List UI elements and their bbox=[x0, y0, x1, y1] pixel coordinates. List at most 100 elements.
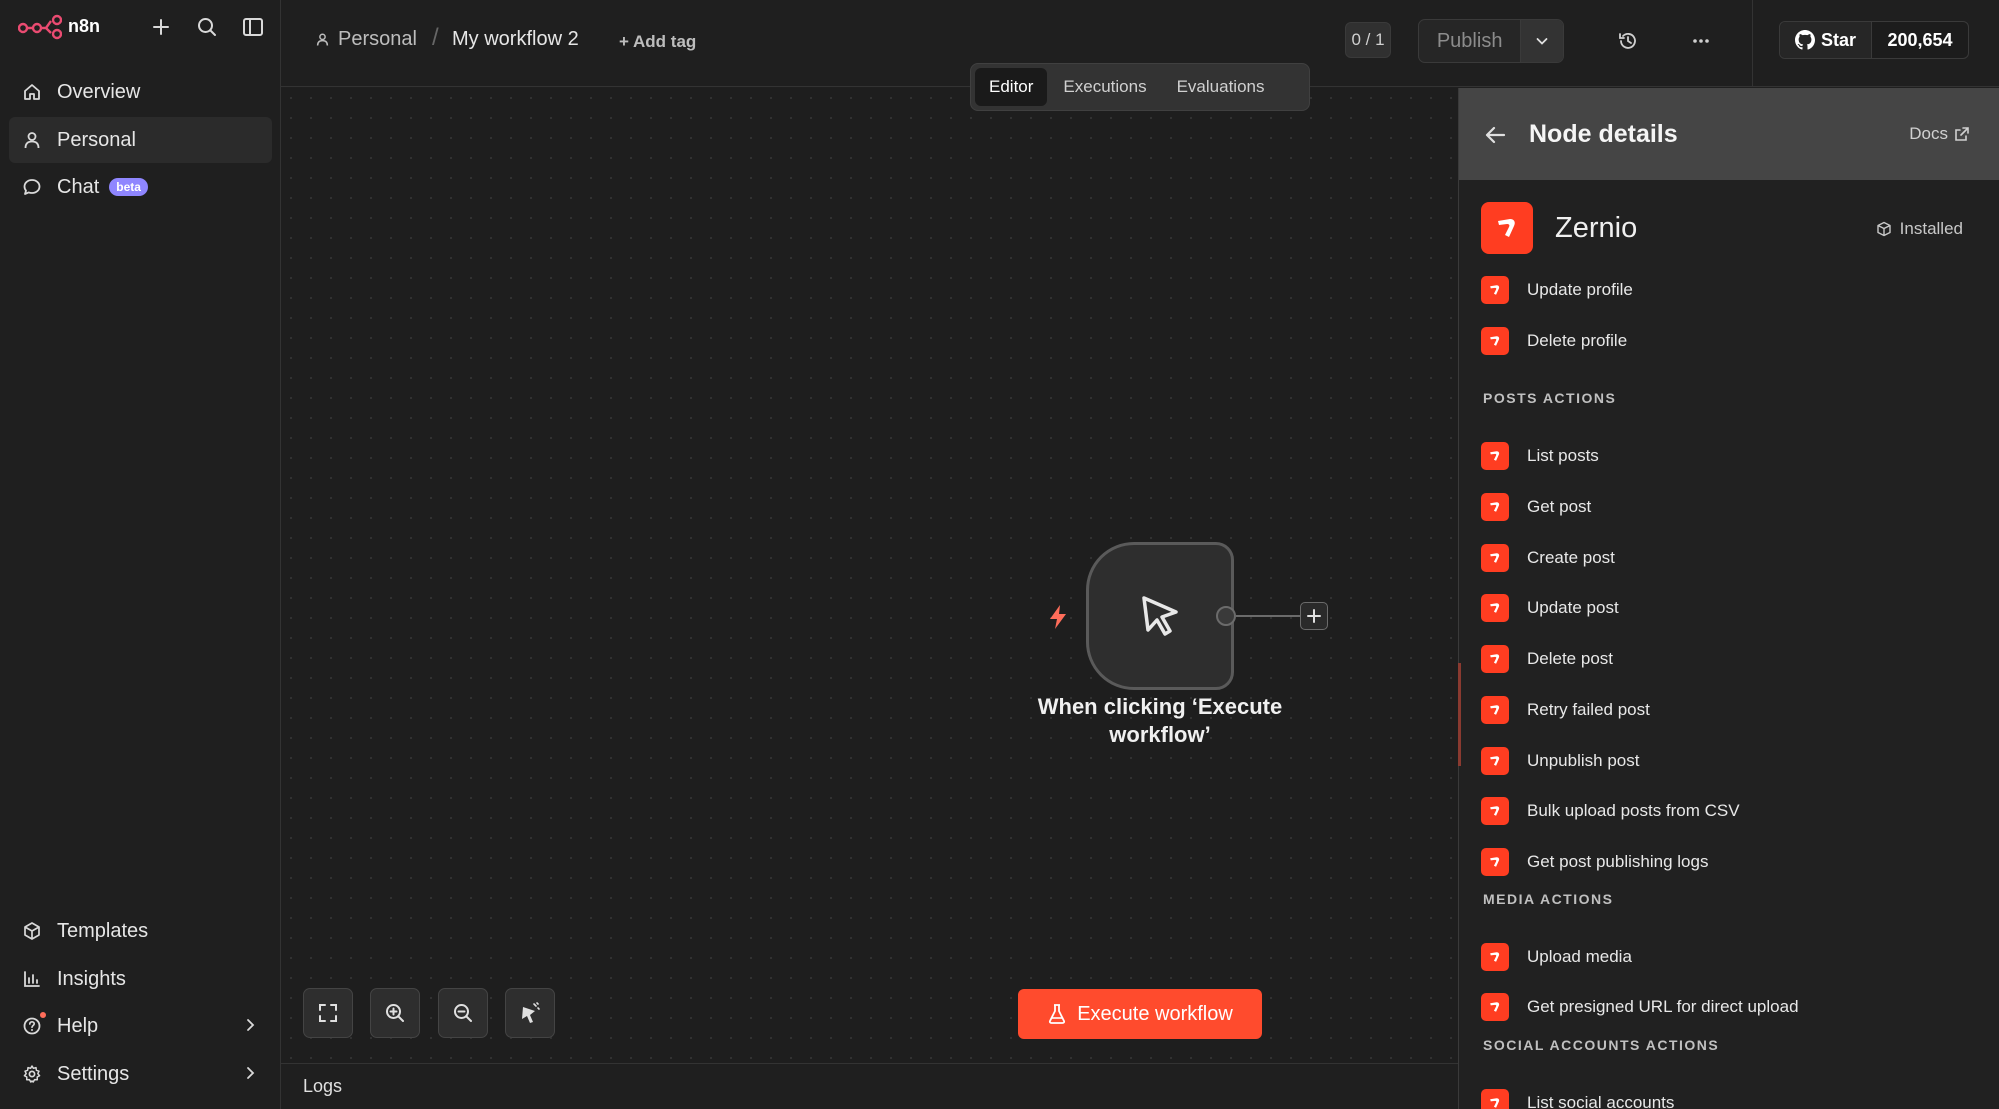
sidebar-item-personal[interactable]: Personal bbox=[9, 117, 272, 163]
sidebar-item-label: Insights bbox=[57, 967, 126, 990]
execute-workflow-label: Execute workflow bbox=[1077, 1002, 1233, 1025]
history-icon[interactable] bbox=[1614, 27, 1642, 55]
tidy-up-button[interactable] bbox=[505, 988, 555, 1038]
action-label: Create post bbox=[1527, 547, 1615, 567]
cursor-pointer-icon bbox=[1134, 590, 1186, 642]
logs-label: Logs bbox=[303, 1076, 343, 1096]
installed-status: Installed bbox=[1876, 219, 1963, 239]
section-title: SOCIAL ACCOUNTS ACTIONS bbox=[1483, 1037, 1720, 1053]
sidebar-item-chat[interactable]: Chat beta bbox=[9, 164, 272, 210]
action-label: Unpublish post bbox=[1527, 750, 1640, 770]
zernio-icon bbox=[1481, 797, 1509, 826]
github-star-button[interactable]: Star bbox=[1780, 22, 1872, 58]
zernio-icon bbox=[1481, 594, 1509, 623]
publish-dropdown[interactable] bbox=[1521, 20, 1563, 62]
breadcrumb-separator: / bbox=[432, 24, 439, 51]
action-label: Update post bbox=[1527, 598, 1619, 618]
version-counter: 0 / 1 bbox=[1345, 22, 1391, 58]
zernio-logo-icon bbox=[1481, 202, 1533, 254]
sidebar-item-label: Settings bbox=[57, 1062, 130, 1085]
node-name: Zernio bbox=[1555, 212, 1638, 244]
back-arrow-icon[interactable] bbox=[1483, 122, 1509, 148]
action-item[interactable]: Retry failed post bbox=[1481, 690, 1981, 730]
package-icon bbox=[1876, 221, 1892, 237]
flask-icon bbox=[1047, 1003, 1067, 1025]
zernio-icon bbox=[1481, 327, 1509, 355]
action-item[interactable]: Get presigned URL for direct upload bbox=[1481, 987, 1981, 1027]
sidebar-item-label: Templates bbox=[57, 919, 149, 942]
zoom-out-button[interactable] bbox=[438, 988, 488, 1038]
plus-icon bbox=[1307, 609, 1321, 623]
add-node-button[interactable] bbox=[1300, 602, 1328, 630]
action-item[interactable]: Get post publishing logs bbox=[1481, 842, 1981, 882]
action-item[interactable]: List posts bbox=[1481, 436, 1981, 476]
action-item[interactable]: Get post bbox=[1481, 487, 1981, 527]
zernio-icon bbox=[1481, 943, 1509, 971]
workflow-name[interactable]: My workflow 2 bbox=[452, 28, 579, 51]
tab-editor[interactable]: Editor bbox=[975, 68, 1048, 106]
fit-view-icon bbox=[317, 1002, 339, 1024]
n8n-logo-icon[interactable] bbox=[18, 14, 62, 40]
notification-dot bbox=[40, 1012, 46, 1018]
zoom-out-icon bbox=[452, 1002, 474, 1024]
action-item[interactable]: List social accounts bbox=[1481, 1083, 1981, 1109]
chevron-down-icon bbox=[1534, 33, 1550, 49]
action-item[interactable]: Unpublish post bbox=[1481, 741, 1981, 781]
chevron-right-icon bbox=[242, 1017, 258, 1033]
tab-executions[interactable]: Executions bbox=[1049, 68, 1160, 106]
breadcrumb-label: Personal bbox=[338, 28, 417, 50]
sidebar-item-insights[interactable]: Insights bbox=[9, 956, 272, 1002]
docs-link[interactable]: Docs bbox=[1909, 124, 1970, 144]
action-item[interactable]: Delete profile bbox=[1481, 321, 1981, 361]
add-icon[interactable] bbox=[148, 14, 174, 40]
manual-trigger-node[interactable] bbox=[1086, 542, 1234, 690]
node-output-handle[interactable] bbox=[1216, 606, 1236, 626]
logs-panel[interactable]: Logs bbox=[281, 1063, 1458, 1109]
publish-button-group: Publish bbox=[1418, 19, 1564, 63]
zernio-icon bbox=[1481, 746, 1509, 775]
sidebar-toggle-icon[interactable] bbox=[240, 14, 266, 40]
gear-icon bbox=[21, 1063, 43, 1085]
installed-label: Installed bbox=[1899, 219, 1963, 238]
sidebar-header: n8n bbox=[0, 0, 281, 55]
breadcrumb-project[interactable]: Personal bbox=[315, 28, 417, 51]
view-tabs: Editor Executions Evaluations bbox=[970, 63, 1310, 111]
execute-workflow-button[interactable]: Execute workflow bbox=[1018, 989, 1262, 1039]
user-icon bbox=[21, 129, 43, 151]
templates-icon bbox=[21, 920, 43, 942]
workflow-canvas[interactable]: Editor Executions Evaluations When click… bbox=[281, 63, 1458, 1063]
search-icon[interactable] bbox=[194, 14, 220, 40]
action-item[interactable]: Update post bbox=[1481, 588, 1981, 628]
sidebar-item-help[interactable]: Help bbox=[9, 1003, 272, 1049]
action-item[interactable]: Upload media bbox=[1481, 937, 1981, 977]
action-item[interactable]: Create post bbox=[1481, 538, 1981, 578]
sidebar-item-settings[interactable]: Settings bbox=[9, 1051, 272, 1097]
home-icon bbox=[21, 81, 43, 103]
action-item[interactable]: Delete post bbox=[1481, 639, 1981, 679]
github-star-widget: Star 200,654 bbox=[1779, 21, 1969, 59]
zoom-to-fit-button[interactable] bbox=[303, 988, 353, 1038]
publish-button[interactable]: Publish bbox=[1419, 20, 1522, 62]
add-tag-button[interactable]: + Add tag bbox=[619, 32, 696, 52]
section-title: MEDIA ACTIONS bbox=[1483, 891, 1614, 907]
action-label: List posts bbox=[1527, 446, 1599, 465]
tab-evaluations[interactable]: Evaluations bbox=[1163, 68, 1279, 106]
section-title: POSTS ACTIONS bbox=[1483, 390, 1617, 406]
action-item[interactable]: Bulk upload posts from CSV bbox=[1481, 791, 1981, 831]
action-label: Upload media bbox=[1527, 947, 1632, 966]
more-options-icon[interactable] bbox=[1687, 27, 1715, 55]
zoom-in-icon bbox=[384, 1002, 406, 1024]
github-icon bbox=[1794, 30, 1815, 50]
zernio-icon bbox=[1481, 695, 1509, 724]
node-details-panel: Node details Docs Zernio Installed Updat… bbox=[1458, 88, 1999, 1109]
action-label: Retry failed post bbox=[1527, 699, 1650, 719]
action-item[interactable]: Update profile bbox=[1481, 270, 1981, 310]
sidebar-item-label: Overview bbox=[57, 80, 141, 103]
sidebar-item-overview[interactable]: Overview bbox=[9, 69, 272, 115]
zernio-icon bbox=[1481, 276, 1509, 304]
zernio-icon bbox=[1481, 543, 1509, 572]
sidebar-item-templates[interactable]: Templates bbox=[9, 908, 272, 954]
zernio-icon bbox=[1481, 442, 1509, 470]
github-star-count[interactable]: 200,654 bbox=[1872, 22, 1968, 58]
zoom-in-button[interactable] bbox=[370, 988, 420, 1038]
